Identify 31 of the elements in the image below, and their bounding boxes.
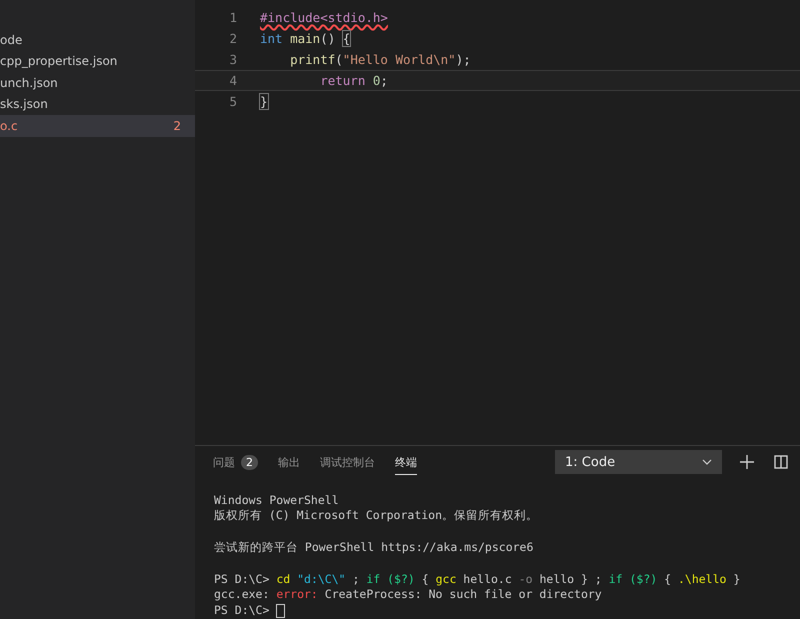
- panel-tab[interactable]: 问题 2: [213, 449, 258, 476]
- code-line: int main() {: [260, 31, 350, 46]
- terminal-line: PS D:\C> cd "d:\C\" ; if ($?) { gcc hello.c -o hello } ; if ($?) { .\hello }: [214, 572, 742, 588]
- line-number: 3: [228, 52, 237, 67]
- file-item[interactable]: ode: [0, 29, 195, 50]
- code-line: return 0;: [319, 73, 388, 88]
- line-number: 1: [228, 10, 237, 25]
- file-item[interactable]: cpp_propertise.json: [0, 50, 195, 72]
- terminal-line: gcc.exe: error: CreateProcess: No such file or directory: [214, 587, 603, 604]
- panel-tab[interactable]: 终端: [395, 449, 417, 476]
- line-number: 4: [228, 73, 237, 88]
- file-item[interactable]: o.c 2: [0, 115, 195, 136]
- panel-tab[interactable]: 输出: [278, 449, 300, 476]
- terminal-line: Windows PowerShell: [214, 492, 340, 508]
- line-number: 5: [228, 94, 237, 109]
- panel-tab[interactable]: 调试控制台: [320, 449, 375, 476]
- terminal-dropdown[interactable]: 1: Code: [555, 450, 722, 474]
- code-line: }: [260, 94, 268, 109]
- code-line: #include<stdio.h>: [260, 10, 388, 25]
- chevron-down-icon: [702, 459, 712, 466]
- file-item[interactable]: unch.json: [0, 72, 195, 94]
- plus-icon[interactable]: [740, 455, 754, 470]
- code-editor[interactable]: 1 #include<stdio.h> 2 int main() { 3 printf("Hello World\n"); 4 return 0; 5 }: [195, 0, 800, 445]
- code-line: printf("Hello World\n");: [289, 52, 471, 67]
- file-item[interactable]: sks.json: [0, 94, 195, 115]
- line-number: 2: [228, 31, 237, 46]
- terminal-line: PS D:\C>: [214, 603, 800, 619]
- split-icon[interactable]: [774, 455, 788, 470]
- problem-count: 2: [173, 118, 181, 133]
- terminal-line: 尝试新的跨平台 PowerShell https://aka.ms/pscore6: [214, 540, 534, 556]
- terminal-line: 版权所有 (C) Microsoft Corporation。保留所有权利。: [214, 508, 540, 524]
